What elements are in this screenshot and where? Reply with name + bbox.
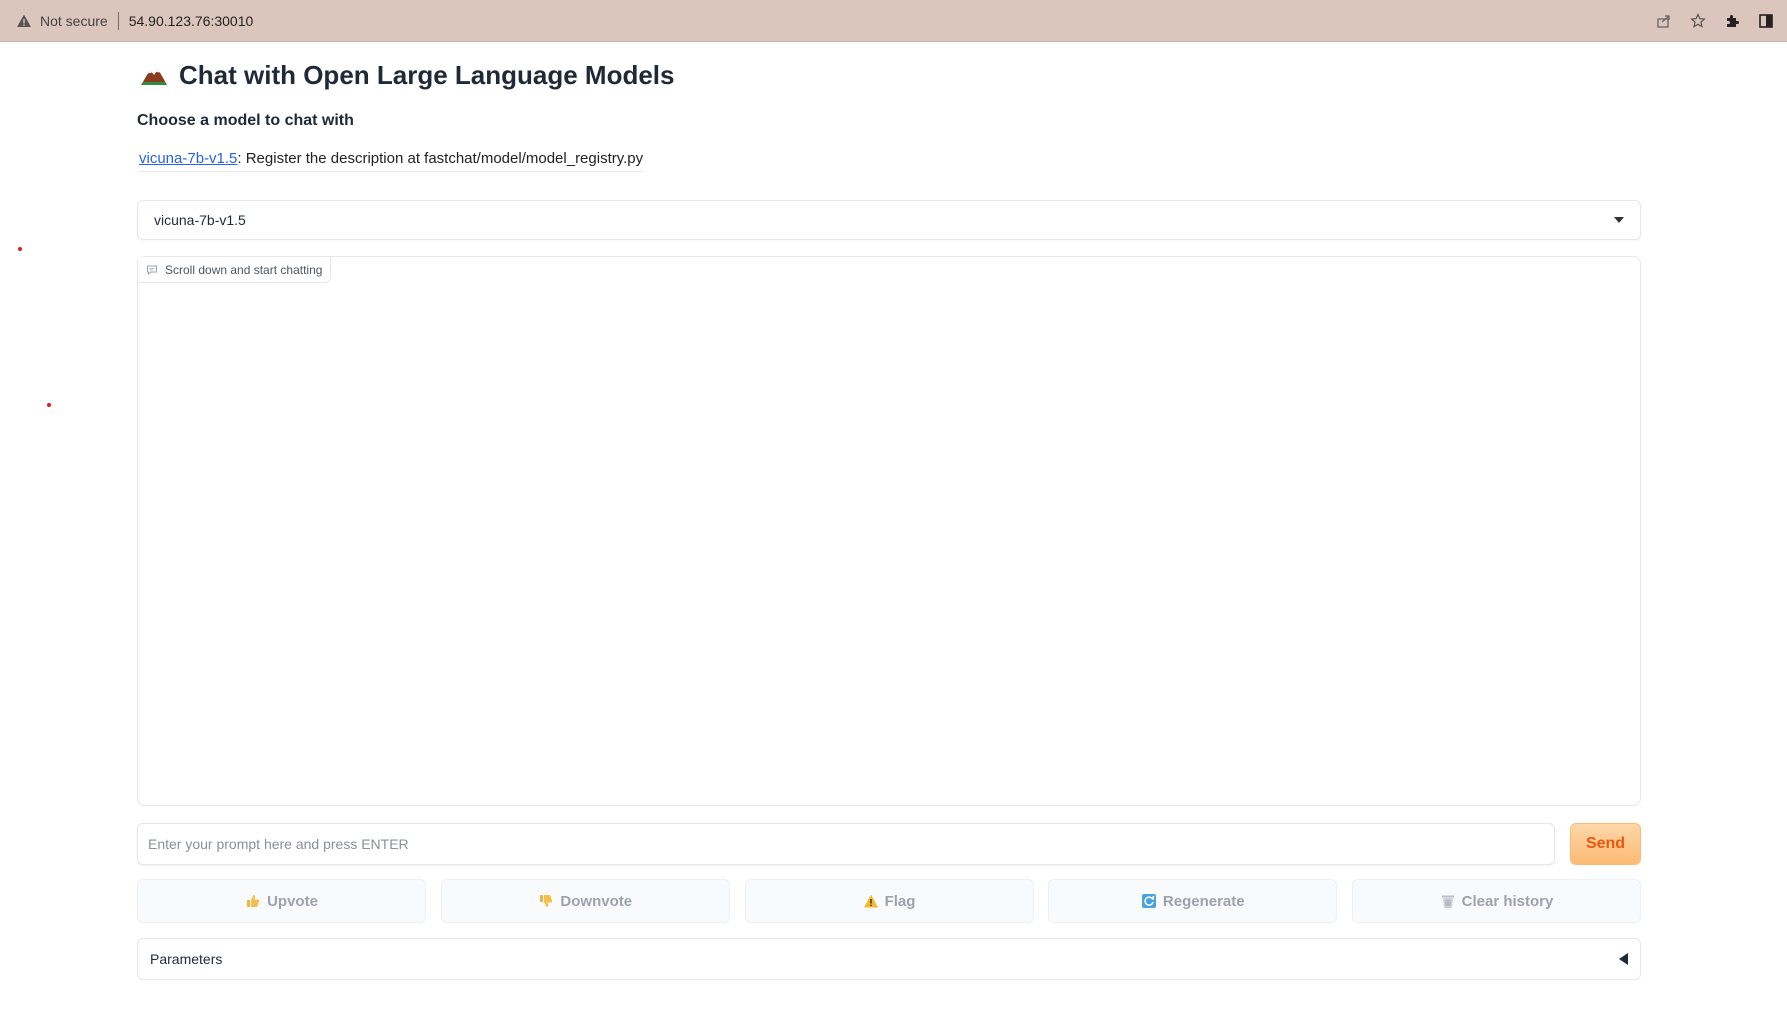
page-header: Chat with Open Large Language Models <box>139 60 675 91</box>
trash-icon <box>1440 893 1456 909</box>
flag-label: Flag <box>884 892 916 910</box>
model-description-text: : Register the description at fastchat/m… <box>237 150 644 167</box>
send-button[interactable]: Send <box>1570 823 1641 865</box>
chevron-down-icon <box>1614 217 1624 223</box>
chatbot-panel[interactable]: Scroll down and start chatting <box>137 256 1641 806</box>
security-label[interactable]: Not secure <box>40 13 108 29</box>
chatbot-label-text: Scroll down and start chatting <box>165 262 323 277</box>
url-text[interactable]: 54.90.123.76:30010 <box>129 13 254 29</box>
thumbs-up-icon <box>245 893 261 909</box>
upvote-label: Upvote <box>267 892 318 910</box>
page-title: Chat with Open Large Language Models <box>179 60 675 90</box>
clear-history-button[interactable]: Clear history <box>1352 879 1641 923</box>
refresh-icon <box>1141 893 1157 909</box>
thumbs-down-icon <box>538 893 554 909</box>
chat-bubble-icon <box>147 265 157 275</box>
action-buttons: Upvote Downvote Flag Regenerate Clear hi… <box>137 879 1641 923</box>
model-link[interactable]: vicuna-7b-v1.5 <box>139 150 237 167</box>
model-select-dropdown[interactable]: vicuna-7b-v1.5 <box>137 200 1641 240</box>
clear-history-label: Clear history <box>1461 892 1554 910</box>
extensions-icon[interactable] <box>1723 12 1741 30</box>
url-area[interactable]: Not secure 54.90.123.76:30010 <box>0 11 254 30</box>
star-icon[interactable] <box>1689 12 1707 30</box>
downvote-label: Downvote <box>560 892 633 910</box>
downvote-button[interactable]: Downvote <box>440 879 730 923</box>
warning-icon <box>863 893 879 909</box>
stray-red-dot <box>18 247 22 251</box>
prompt-input[interactable] <box>137 823 1555 865</box>
chevron-left-icon[interactable] <box>1619 953 1628 965</box>
model-choice-heading: Choose a model to chat with <box>137 112 354 129</box>
regenerate-button[interactable]: Regenerate <box>1048 879 1338 923</box>
url-separator <box>117 11 119 30</box>
parameters-label: Parameters <box>150 951 223 967</box>
share-icon[interactable] <box>1655 12 1673 30</box>
mountain-icon <box>141 68 167 85</box>
model-description: vicuna-7b-v1.5: Register the description… <box>139 150 644 172</box>
warning-icon <box>17 14 31 27</box>
regenerate-label: Regenerate <box>1162 892 1245 910</box>
chatbot-label: Scroll down and start chatting <box>138 257 332 283</box>
sidepanel-icon[interactable] <box>1757 12 1775 30</box>
model-select-value: vicuna-7b-v1.5 <box>154 212 246 228</box>
flag-button[interactable]: Flag <box>744 879 1034 923</box>
parameters-accordion[interactable]: Parameters <box>137 938 1641 980</box>
stray-red-dot <box>47 403 51 407</box>
upvote-button[interactable]: Upvote <box>137 879 426 923</box>
browser-address-bar: Not secure 54.90.123.76:30010 <box>0 0 1787 42</box>
